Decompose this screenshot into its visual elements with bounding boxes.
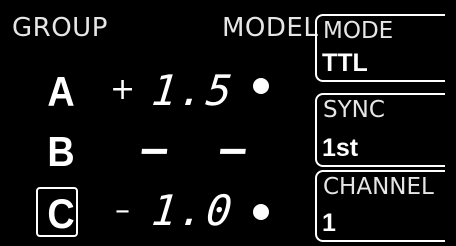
group-c-compensation-value[interactable]: 1.0 — [149, 186, 236, 235]
channel-value: 1 — [322, 209, 336, 237]
group-a-model-indicator-icon — [253, 78, 269, 94]
channel-label: CHANNEL — [323, 174, 434, 200]
sync-panel[interactable]: SYNC 1st — [315, 93, 445, 167]
group-a-letter[interactable]: A — [42, 68, 80, 116]
group-c-letter[interactable]: C — [42, 190, 80, 238]
mode-label: MODE — [323, 18, 394, 44]
mode-value: TTL — [322, 49, 368, 77]
group-c-model-indicator-icon — [253, 204, 269, 220]
sync-label: SYNC — [323, 97, 385, 123]
group-a-sign: + — [110, 72, 136, 107]
group-header: GROUP — [12, 13, 108, 43]
flash-lcd-screen: GROUP MODEL A + 1.5 B – – C – 1.0 MODE T… — [0, 0, 456, 246]
mode-panel[interactable]: MODE TTL — [315, 14, 445, 82]
group-b-compensation-value[interactable]: – – — [139, 124, 262, 173]
group-c-sign: – — [115, 193, 130, 228]
sync-value: 1st — [322, 134, 359, 162]
group-a-compensation-value[interactable]: 1.5 — [149, 66, 236, 115]
model-header: MODEL — [222, 13, 319, 43]
channel-panel[interactable]: CHANNEL 1 — [315, 170, 445, 242]
group-b-letter[interactable]: B — [42, 128, 80, 176]
